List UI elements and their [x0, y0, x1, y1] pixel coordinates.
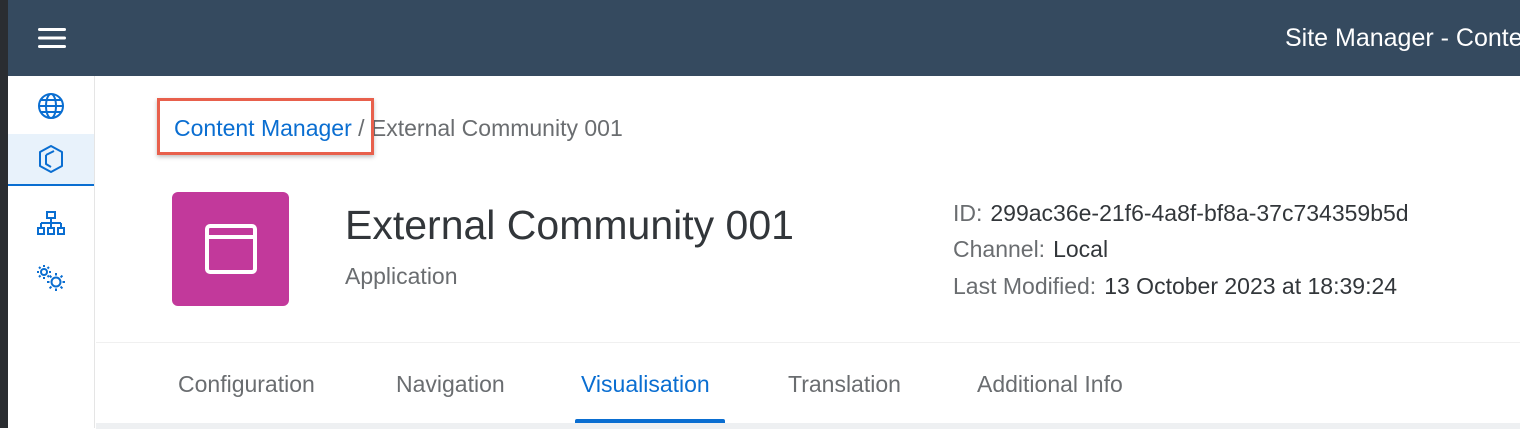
object-page: Content Manager / External Community 001… — [96, 76, 1520, 429]
last-modified-label: Last Modified: — [953, 273, 1097, 299]
app-tile — [172, 192, 289, 306]
breadcrumb-link-content-manager[interactable]: Content Manager — [174, 115, 352, 141]
tab-additional-info[interactable]: Additional Info — [977, 369, 1123, 399]
object-subtitle: Application — [345, 263, 458, 289]
nav-item-sites[interactable] — [8, 80, 94, 132]
hamburger-menu-icon — [38, 28, 66, 48]
hamburger-menu-button[interactable] — [30, 20, 74, 56]
channel-label: Channel: — [953, 236, 1046, 262]
cube-icon — [39, 145, 63, 173]
id-label: ID: — [953, 200, 983, 226]
tab-translation[interactable]: Translation — [788, 369, 901, 399]
globe-icon — [38, 93, 64, 119]
shell-title: Site Manager - Conte — [1285, 24, 1520, 52]
hierarchy-icon — [37, 211, 65, 235]
attribute-channel: Channel: Local — [953, 235, 1108, 263]
side-navigation — [8, 76, 95, 428]
attribute-id: ID: 299ac36e-21f6-4a8f-bf8a-37c734359b5d — [953, 199, 1409, 227]
tab-visualisation[interactable]: Visualisation — [581, 369, 710, 399]
window-edge — [0, 0, 8, 428]
app-window-icon — [204, 224, 257, 274]
nav-item-content-manager[interactable] — [8, 134, 94, 186]
attribute-last-modified: Last Modified: 13 October 2023 at 18:39:2… — [953, 272, 1397, 300]
tab-navigation[interactable]: Navigation — [396, 369, 505, 399]
nav-item-settings[interactable] — [8, 252, 94, 304]
tab-configuration[interactable]: Configuration — [178, 369, 315, 399]
breadcrumb-separator: / — [358, 115, 365, 141]
last-modified-value: 13 October 2023 at 18:39:24 — [1104, 273, 1398, 299]
id-value: 299ac36e-21f6-4a8f-bf8a-37c734359b5d — [990, 200, 1409, 226]
channel-value: Local — [1053, 236, 1109, 262]
breadcrumb: Content Manager / External Community 001 — [174, 114, 623, 142]
nav-item-channel-manager[interactable] — [8, 198, 94, 250]
tab-bar: Configuration Navigation Visualisation T… — [96, 342, 1520, 429]
shell-header: Site Manager - Conte — [8, 0, 1520, 76]
object-title: External Community 001 — [345, 202, 794, 248]
breadcrumb-current: External Community 001 — [370, 115, 623, 141]
section-divider — [96, 423, 1520, 429]
gears-icon — [37, 265, 65, 291]
